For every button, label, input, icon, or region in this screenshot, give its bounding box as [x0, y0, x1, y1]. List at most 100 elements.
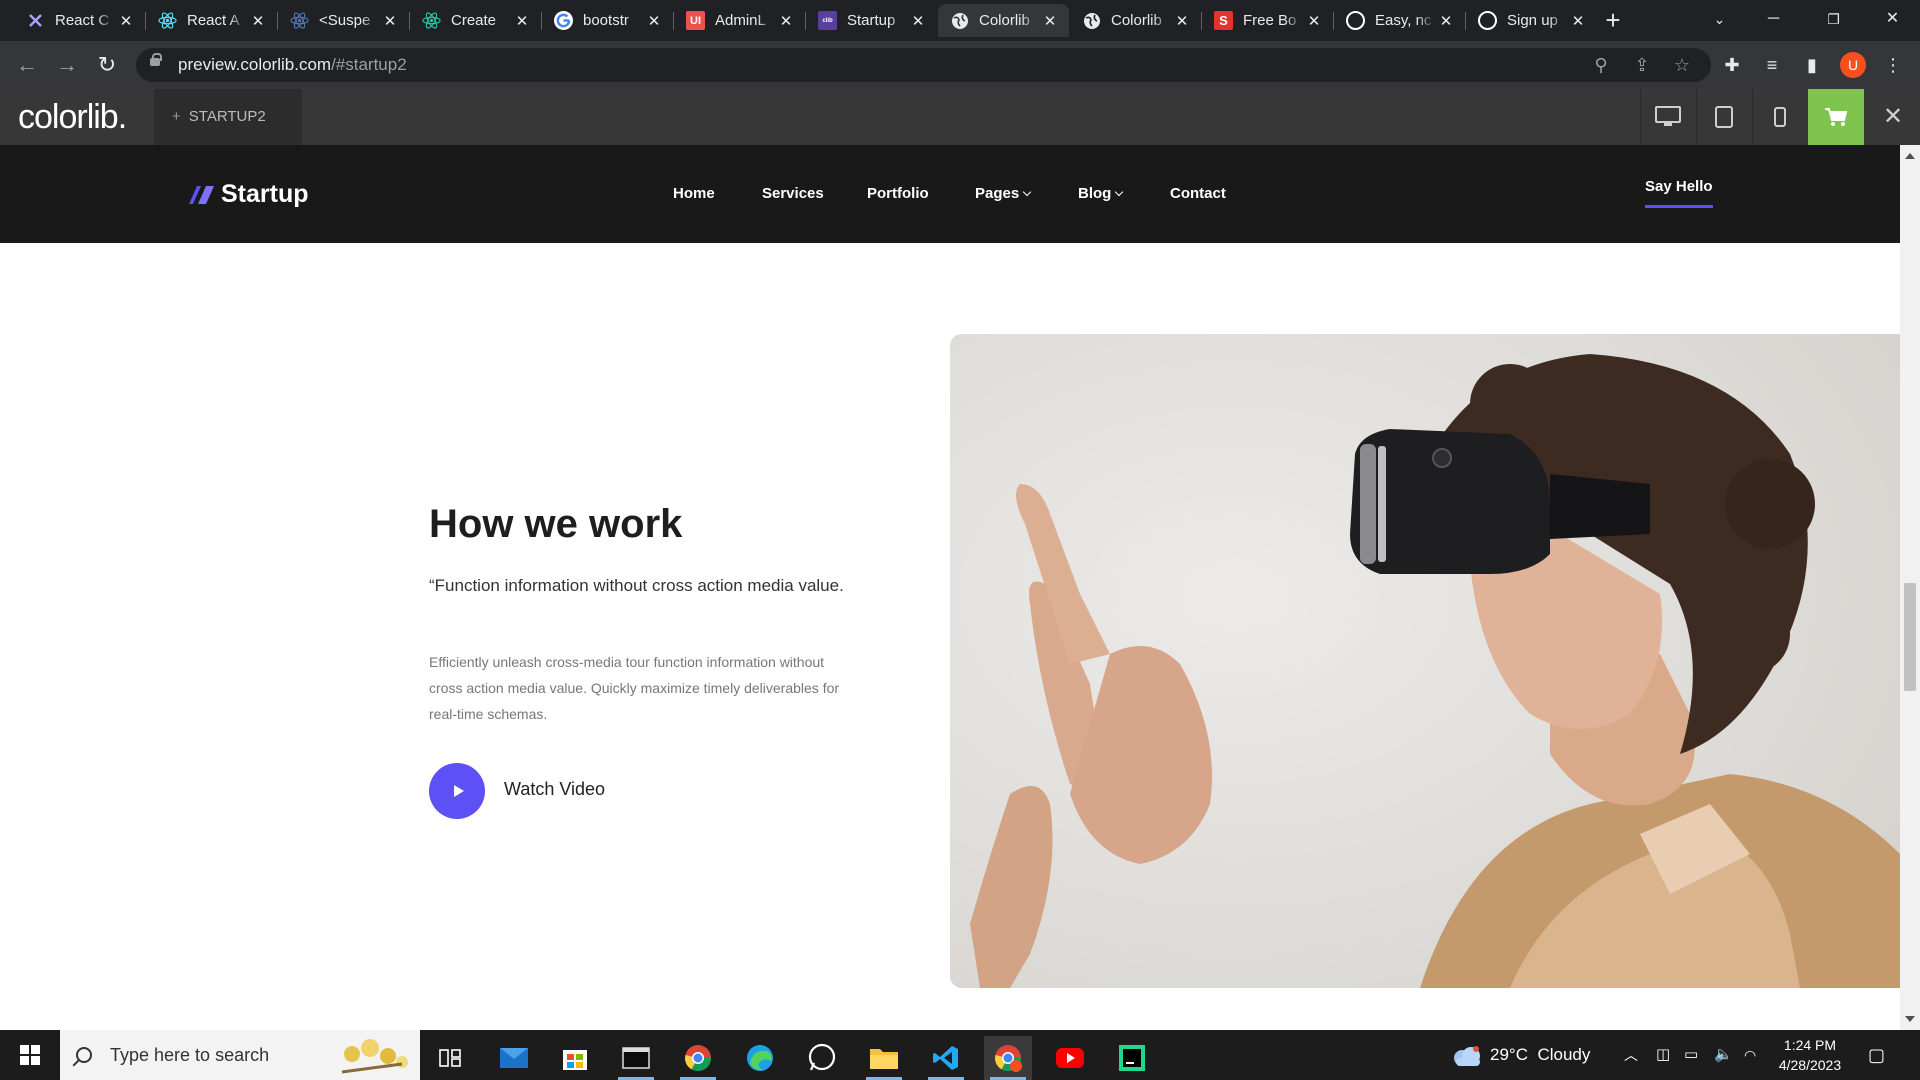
globe-icon: [950, 11, 969, 30]
play-video-button[interactable]: [429, 763, 485, 819]
tab-close-icon[interactable]: ✕: [907, 12, 929, 30]
nav-blog[interactable]: Blog: [1078, 145, 1124, 243]
watch-video-link[interactable]: Watch Video: [504, 779, 605, 800]
theme-tab[interactable]: + STARTUP2: [154, 89, 302, 145]
tray-chevron-up-icon[interactable]: ︿: [1624, 1030, 1638, 1080]
tab-label: bootstr: [583, 12, 629, 29]
youtube-icon[interactable]: [1046, 1036, 1094, 1080]
notification-center-icon[interactable]: ▢: [1868, 1030, 1885, 1080]
zoom-icon[interactable]: ⚲: [1588, 52, 1614, 78]
edge-icon[interactable]: [736, 1036, 784, 1080]
tab-label: <Suspe: [319, 12, 371, 29]
tab-close-icon[interactable]: ✕: [1039, 12, 1061, 30]
system-clock[interactable]: 1:24 PM 4/28/2023: [1770, 1035, 1850, 1075]
browser-tab[interactable]: React A ✕: [146, 4, 277, 37]
tab-close-icon[interactable]: ✕: [643, 12, 665, 30]
tab-search-chevron-icon[interactable]: ⌄: [1692, 0, 1747, 41]
site-brand[interactable]: Startup: [187, 178, 309, 210]
desktop-view-button[interactable]: [1640, 89, 1695, 145]
browser-tab[interactable]: Colorlib ✕: [1070, 4, 1201, 37]
tab-close-icon[interactable]: ✕: [1435, 12, 1457, 30]
back-arrow-icon[interactable]: ←: [12, 50, 42, 80]
browser-tab-active[interactable]: Colorlib ✕: [938, 4, 1069, 37]
close-preview-icon[interactable]: ✕: [1866, 89, 1920, 145]
say-hello-button[interactable]: Say Hello: [1645, 178, 1713, 208]
side-panel-icon[interactable]: ▮: [1797, 50, 1827, 80]
store-icon[interactable]: [551, 1036, 599, 1080]
volume-icon[interactable]: 🔈: [1714, 1030, 1733, 1080]
start-button[interactable]: [0, 1030, 60, 1080]
browser-tab[interactable]: clib Startup ✕: [806, 4, 937, 37]
windows-logo-icon: [20, 1045, 40, 1065]
wifi-icon[interactable]: ◠: [1744, 1030, 1756, 1080]
tab-close-icon[interactable]: ✕: [1303, 12, 1325, 30]
task-view-icon[interactable]: [426, 1036, 474, 1080]
extensions-puzzle-icon[interactable]: ✚: [1717, 50, 1747, 80]
browser-tab[interactable]: S Free Bo ✕: [1202, 4, 1333, 37]
tab-label: Sign up: [1507, 12, 1558, 29]
file-explorer-icon[interactable]: [860, 1036, 908, 1080]
browser-tab[interactable]: Sign up ✕: [1466, 4, 1597, 37]
vscode-icon[interactable]: [922, 1036, 970, 1080]
site-viewport: Startup Home Services Portfolio Pages Bl…: [0, 145, 1900, 1030]
taskbar-search[interactable]: Type here to search: [60, 1030, 420, 1080]
tab-close-icon[interactable]: ✕: [775, 12, 797, 30]
mobile-view-button[interactable]: [1752, 89, 1807, 145]
weather-widget[interactable]: 29°C Cloudy: [1450, 1030, 1590, 1080]
media-queue-icon[interactable]: ≡: [1757, 50, 1787, 80]
chrome-icon[interactable]: [674, 1036, 722, 1080]
meet-now-icon[interactable]: ◫: [1656, 1030, 1670, 1080]
tab-label: Create: [451, 12, 497, 29]
browser-tab[interactable]: <Suspe ✕: [278, 4, 409, 37]
forward-arrow-icon[interactable]: →: [52, 50, 82, 80]
plus-icon: +: [172, 108, 181, 125]
chrome-profile-icon[interactable]: [984, 1036, 1032, 1080]
tab-close-icon[interactable]: ✕: [247, 12, 269, 30]
page-scrollbar[interactable]: [1900, 145, 1920, 1030]
browser-tab-strip: React C ✕ React A ✕ <Suspe ✕ Create ✕ bo…: [0, 0, 1920, 41]
cart-icon: [1825, 108, 1848, 126]
tablet-view-button[interactable]: [1696, 89, 1751, 145]
tab-close-icon[interactable]: ✕: [511, 12, 533, 30]
url-text[interactable]: preview.colorlib.com/#startup2: [178, 48, 407, 82]
tablet-icon: [1715, 106, 1733, 128]
nav-services[interactable]: Services: [762, 145, 824, 243]
minimize-button[interactable]: ─: [1746, 0, 1801, 41]
new-tab-button[interactable]: +: [1599, 6, 1627, 34]
bookmark-star-icon[interactable]: ☆: [1669, 52, 1695, 78]
tab-close-icon[interactable]: ✕: [379, 12, 401, 30]
vr-person-illustration: [950, 334, 1900, 988]
window-close-button[interactable]: ✕: [1865, 0, 1920, 41]
browser-tab[interactable]: bootstr ✕: [542, 4, 673, 37]
restore-button[interactable]: ❐: [1806, 0, 1861, 41]
tab-close-icon[interactable]: ✕: [1171, 12, 1193, 30]
tab-label: React A: [187, 12, 240, 29]
pycharm-icon[interactable]: [1108, 1036, 1156, 1080]
clock-time: 1:24 PM: [1783, 1037, 1837, 1053]
address-bar[interactable]: preview.colorlib.com/#startup2 ⚲ ⇪ ☆: [136, 48, 1711, 82]
battery-icon[interactable]: ▭: [1684, 1030, 1698, 1080]
terminal-icon[interactable]: [612, 1036, 660, 1080]
browser-tab[interactable]: Create ✕: [410, 4, 541, 37]
nav-home[interactable]: Home: [673, 145, 715, 243]
mail-icon[interactable]: [490, 1036, 538, 1080]
browser-tab[interactable]: React C ✕: [14, 4, 145, 37]
share-icon[interactable]: ⇪: [1629, 52, 1655, 78]
browser-tab[interactable]: Easy, nc ✕: [1334, 4, 1465, 37]
scroll-up-arrow-icon[interactable]: [1905, 153, 1915, 159]
scroll-down-arrow-icon[interactable]: [1905, 1016, 1915, 1022]
tab-close-icon[interactable]: ✕: [1567, 12, 1589, 30]
nav-pages[interactable]: Pages: [975, 145, 1032, 243]
scrollbar-thumb[interactable]: [1904, 583, 1916, 691]
browser-tab[interactable]: UI AdminL ✕: [674, 4, 805, 37]
colorlib-logo[interactable]: colorlib.: [18, 89, 127, 145]
cart-button[interactable]: [1808, 89, 1864, 145]
more-menu-icon[interactable]: ⋮: [1878, 50, 1908, 80]
profile-avatar[interactable]: U: [1840, 52, 1866, 78]
whatsapp-icon[interactable]: [798, 1036, 846, 1080]
reload-icon[interactable]: ↻: [92, 50, 122, 80]
nav-portfolio[interactable]: Portfolio: [867, 145, 929, 243]
nav-contact[interactable]: Contact: [1170, 145, 1226, 243]
react-icon: [158, 11, 177, 30]
tab-close-icon[interactable]: ✕: [115, 12, 137, 30]
